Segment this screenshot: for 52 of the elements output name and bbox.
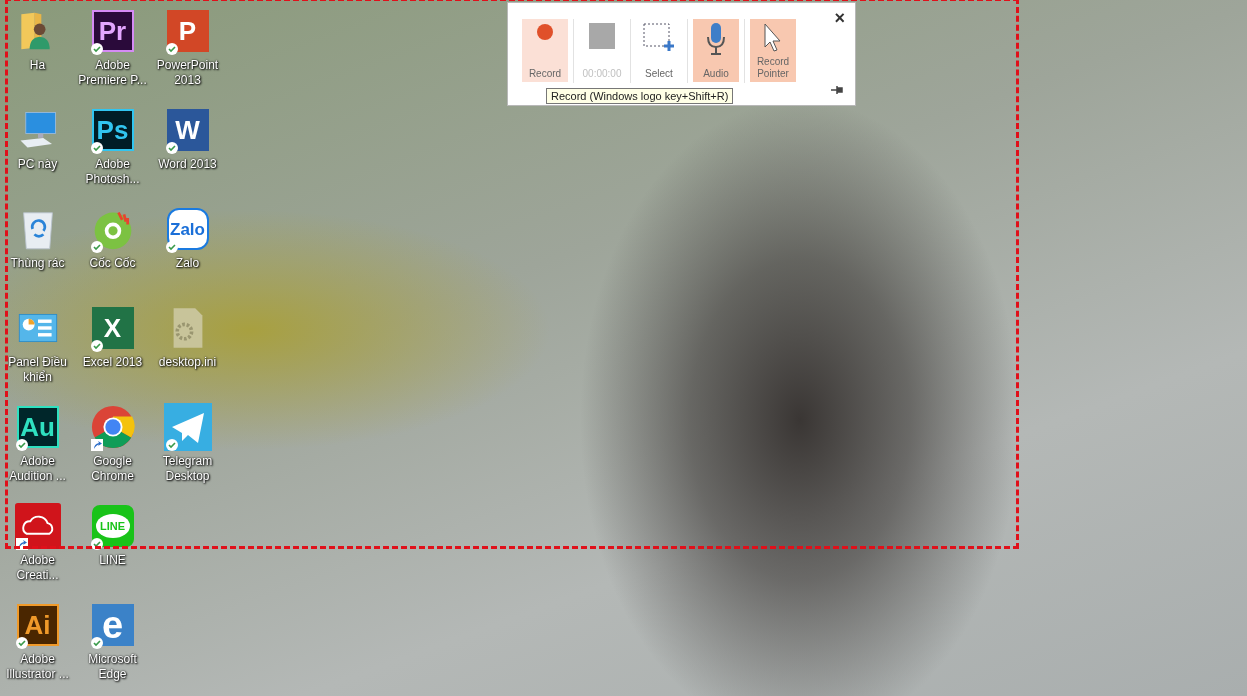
desktop-icon-label[interactable]: Telegram Desktop xyxy=(150,454,225,484)
desktop-icon-label[interactable]: Zalo xyxy=(150,256,225,271)
audio-button[interactable]: Audio xyxy=(693,19,739,82)
tooltip: Record (Windows logo key+Shift+R) xyxy=(546,88,734,104)
icon-glyph: X xyxy=(103,315,122,341)
desktop-icon-label[interactable]: desktop.ini xyxy=(150,355,225,370)
microphone-icon xyxy=(706,23,726,55)
select-area-button[interactable]: Select xyxy=(636,19,682,82)
app-tile-icon[interactable]: X xyxy=(91,307,134,349)
icon-glyph: P xyxy=(178,18,197,44)
app-tile-icon[interactable]: Pr xyxy=(91,10,134,52)
desktop-icon-label[interactable]: Ha xyxy=(0,58,75,73)
desktop-icon-label[interactable]: Adobe Creati... xyxy=(0,553,75,583)
desktop-icon-label[interactable]: Adobe Illustrator ... xyxy=(0,652,75,682)
desktop-icon-label[interactable]: Adobe Photosh... xyxy=(75,157,150,187)
pointer-arrow-icon xyxy=(763,23,783,53)
app-tile-icon[interactable]: LINE xyxy=(91,505,134,547)
app-tile-icon[interactable]: P xyxy=(166,10,209,52)
icon-glyph: W xyxy=(175,117,200,143)
paper-plane-icon[interactable] xyxy=(163,403,212,451)
desktop-icon-label[interactable]: PC này xyxy=(0,157,75,172)
app-tile-icon[interactable]: W xyxy=(166,109,209,151)
icon-glyph: Ai xyxy=(24,612,51,638)
app-tile-icon[interactable]: Ps xyxy=(91,109,134,151)
desktop-icon-label[interactable]: Panel Điều khiển xyxy=(0,355,75,385)
pin-icon[interactable] xyxy=(831,85,843,95)
desktop-icon-label[interactable]: Thùng rác xyxy=(0,256,75,271)
icon-glyph: e xyxy=(101,606,124,644)
desktop-icon-label[interactable]: Google Chrome xyxy=(75,454,150,484)
icon-glyph: Au xyxy=(20,414,55,440)
icon-glyph: Pr xyxy=(98,18,127,44)
app-tile-icon[interactable]: e xyxy=(91,604,134,646)
desktop-icon-label[interactable]: Excel 2013 xyxy=(75,355,150,370)
desktop-icon-label[interactable]: LINE xyxy=(75,553,150,568)
desktop-icon-label[interactable]: Adobe Premiere P... xyxy=(75,58,150,88)
dashed-area-plus-icon xyxy=(643,23,675,51)
icon-glyph: Zalo xyxy=(170,220,205,238)
browser-ball-icon[interactable] xyxy=(89,404,136,450)
pointer-button[interactable]: Record Pointer xyxy=(750,19,796,82)
app-tile-icon[interactable]: Ai xyxy=(16,604,59,646)
desktop-icon-label[interactable]: Microsoft Edge xyxy=(75,652,150,682)
app-tile-icon[interactable]: Au xyxy=(16,406,59,448)
icon-glyph: LINE xyxy=(99,520,126,532)
close-button[interactable]: × xyxy=(834,10,845,26)
record-button[interactable]: Record xyxy=(522,19,568,82)
stop-square-icon xyxy=(589,23,615,49)
desktop-icon-label[interactable]: PowerPoint 2013 xyxy=(150,58,225,88)
desktop-icon-label[interactable]: Cốc Cốc xyxy=(75,256,150,271)
desktop-icon-label[interactable]: Word 2013 xyxy=(150,157,225,172)
icon-glyph: Ps xyxy=(96,117,129,143)
desktop-icon-label[interactable]: Adobe Audition ... xyxy=(0,454,75,484)
record-dot-icon xyxy=(536,23,554,41)
